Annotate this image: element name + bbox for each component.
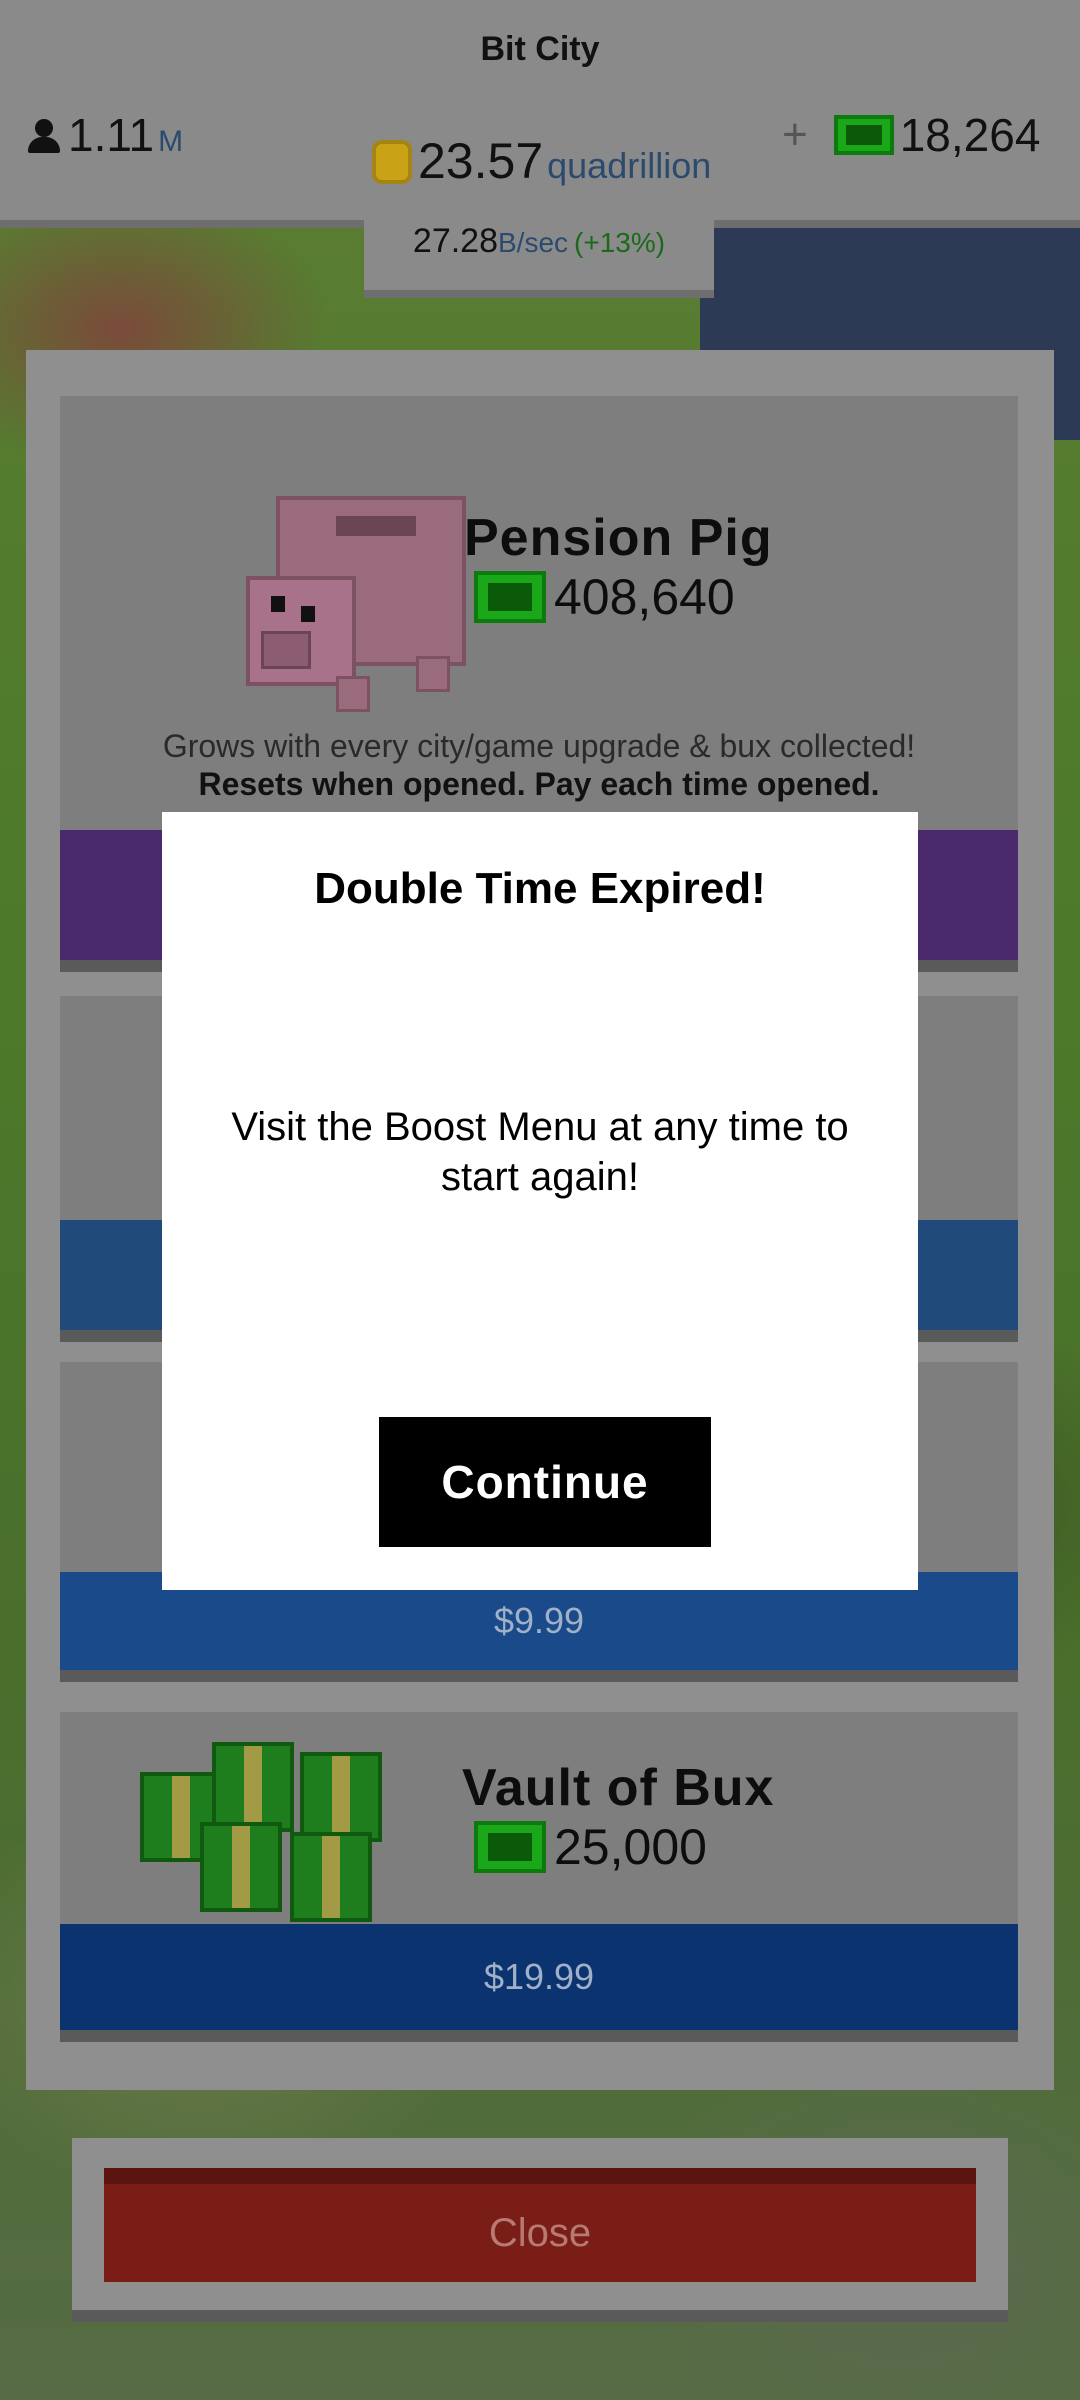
continue-button[interactable]: Continue: [379, 1417, 711, 1547]
dialog-message: Visit the Boost Menu at any time to star…: [231, 1105, 849, 1199]
dialog-title: Double Time Expired!: [314, 864, 766, 913]
double-time-expired-dialog: Double Time Expired! Visit the Boost Men…: [162, 812, 918, 1590]
